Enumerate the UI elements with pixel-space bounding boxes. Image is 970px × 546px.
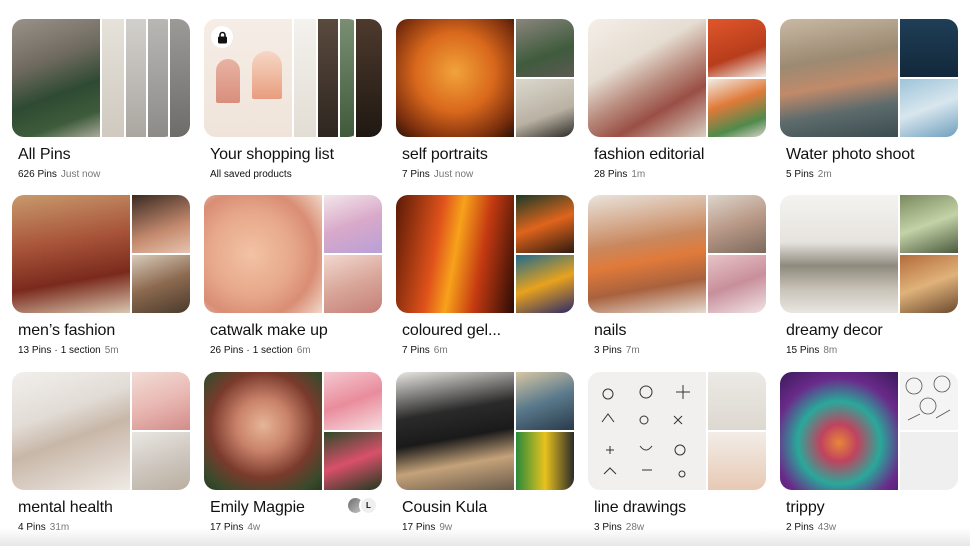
pin-count: 5 Pins [786,169,814,180]
board-card-all-pins[interactable]: All Pins 626 Pins Just now [12,19,190,195]
board-meta: 7 Pins Just now [402,169,574,180]
last-updated: 1m [631,169,646,180]
pin-count: 13 Pins [18,345,52,356]
board-card-trippy[interactable]: trippy 2 Pins43w [780,372,958,546]
board-cover [588,372,766,490]
board-title: men’s fashion [18,322,116,339]
board-cover [12,19,190,137]
board-title: Your shopping list [210,146,334,163]
last-updated: 2m [817,169,832,180]
pin-count: 3 Pins [594,345,622,356]
last-updated: Just now [60,169,101,180]
board-title: dreamy decor [786,322,883,339]
board-card-catwalk-make-up[interactable]: catwalk make up 26 Pins · 1 section 6m [204,195,382,372]
board-card-mens-fashion[interactable]: men’s fashion 13 Pins · 1 section 5m [12,195,190,372]
board-card-water-photo-shoot[interactable]: Water photo shoot 5 Pins 2m [780,19,958,195]
section-count: 1 section [60,345,101,356]
board-cover [204,372,382,490]
board-meta: 28 Pins 1m [594,169,766,180]
board-card-line-drawings[interactable]: line drawings 3 Pins28w [588,372,766,546]
pin-count: 15 Pins [786,345,820,356]
board-cover [588,19,766,137]
board-meta: 15 Pins 8m [786,345,958,356]
board-meta: 626 Pins Just now [18,169,190,180]
board-cover [780,195,958,313]
board-card-shopping-list[interactable]: Your shopping list All saved products [204,19,382,195]
board-title: coloured gel... [402,322,502,339]
board-cover [12,372,190,490]
boards-grid: All Pins 626 Pins Just now Your shopping … [12,19,958,546]
board-meta: 5 Pins 2m [786,169,958,180]
board-meta: 7 Pins 6m [402,345,574,356]
board-title: self portraits [402,146,488,163]
board-title: line drawings [594,499,687,516]
board-meta: 26 Pins · 1 section 6m [210,345,382,356]
board-card-coloured-gel[interactable]: coloured gel... 7 Pins 6m [396,195,574,372]
board-title: catwalk make up [210,322,328,339]
board-cover [780,372,958,490]
section-count: 1 section [252,345,293,356]
pin-count: 7 Pins [402,169,430,180]
bottom-fade [0,528,970,546]
last-updated: 7m [625,345,640,356]
separator: · [54,345,58,356]
board-card-cousin-kula[interactable]: Cousin Kula 17 Pins9w [396,372,574,546]
board-title: fashion editorial [594,146,705,163]
pin-count: 626 Pins [18,169,57,180]
board-card-mental-health[interactable]: mental health 4 Pins31m [12,372,190,546]
board-cover [396,195,574,313]
board-meta: 13 Pins · 1 section 5m [18,345,190,356]
board-card-nails[interactable]: nails 3 Pins 7m [588,195,766,372]
pin-count: 7 Pins [402,345,430,356]
board-title: nails [594,322,627,339]
last-updated: 6m [433,345,448,356]
board-card-emily-magpie[interactable]: L Emily Magpie 17 Pins4w [204,372,382,546]
pin-count: 28 Pins [594,169,628,180]
lock-icon [211,26,233,48]
board-cover [396,19,574,137]
board-title: trippy [786,499,825,516]
board-meta: 3 Pins 7m [594,345,766,356]
board-card-dreamy-decor[interactable]: dreamy decor 15 Pins 8m [780,195,958,372]
board-title: All Pins [18,146,71,163]
board-title: Water photo shoot [786,146,915,163]
board-title: Cousin Kula [402,499,488,516]
board-cover [204,195,382,313]
pin-count: 26 Pins [210,345,244,356]
avatar-initial: L [359,496,378,515]
last-updated: 8m [823,345,838,356]
board-subtitle: All saved products [210,169,292,180]
board-card-self-portraits[interactable]: self portraits 7 Pins Just now [396,19,574,195]
separator: · [246,345,250,356]
last-updated: Just now [433,169,474,180]
last-updated: 5m [104,345,119,356]
board-cover [396,372,574,490]
board-cover [780,19,958,137]
board-meta: All saved products [210,169,382,180]
collaborator-avatars[interactable]: L [346,496,378,515]
board-cover [12,195,190,313]
board-card-fashion-editorial[interactable]: fashion editorial 28 Pins 1m [588,19,766,195]
last-updated: 6m [296,345,311,356]
board-title: mental health [18,499,113,516]
board-cover [588,195,766,313]
